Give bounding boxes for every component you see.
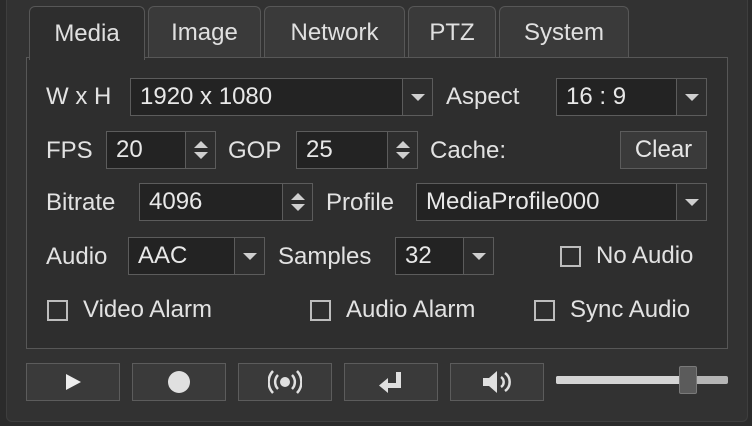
aspect-combobox[interactable]: 16 : 9 <box>556 78 707 116</box>
chevron-up-icon <box>395 141 410 148</box>
tab-image[interactable]: Image <box>148 6 261 58</box>
chevron-up-icon <box>193 141 208 148</box>
chevron-down-icon <box>193 152 208 159</box>
tab-label: Network <box>290 18 379 46</box>
bitrate-spinbox[interactable]: 4096 <box>139 183 313 221</box>
chevron-down-icon <box>684 198 699 206</box>
tab-label: System <box>523 18 604 46</box>
chevron-down-icon <box>395 152 410 159</box>
profile-combobox[interactable]: MediaProfile000 <box>416 183 707 221</box>
resolution-combobox[interactable]: 1920 x 1080 <box>130 78 433 116</box>
tab-system[interactable]: System <box>499 6 629 58</box>
video-alarm-label: Video Alarm <box>83 296 212 323</box>
gop-label: GOP <box>228 137 282 164</box>
tab-media[interactable]: Media <box>29 6 145 60</box>
fps-value: 20 <box>116 136 143 163</box>
record-icon <box>168 371 190 393</box>
samples-dropdown-button[interactable] <box>463 238 493 274</box>
profile-label: Profile <box>326 189 395 216</box>
checkbox-box <box>47 299 68 321</box>
volume-slider-track[interactable] <box>556 376 728 384</box>
audio-alarm-checkbox[interactable]: Audio Alarm <box>310 296 475 324</box>
chevron-down-icon <box>684 93 699 101</box>
bitrate-value: 4096 <box>149 188 203 215</box>
record-button[interactable] <box>132 363 226 401</box>
chevron-down-icon <box>242 252 257 260</box>
tab-label: Media <box>54 19 120 47</box>
broadcast-button[interactable] <box>238 363 332 401</box>
no-audio-label: No Audio <box>596 242 694 269</box>
checkbox-box <box>310 299 331 321</box>
broadcast-icon <box>268 370 302 394</box>
chevron-down-icon <box>410 93 425 101</box>
checkbox-box <box>534 299 555 321</box>
video-alarm-checkbox[interactable]: Video Alarm <box>47 296 212 324</box>
samples-value: 32 <box>405 242 432 269</box>
chevron-up-icon <box>290 193 305 200</box>
no-audio-checkbox[interactable]: No Audio <box>560 242 693 270</box>
tab-label: PTZ <box>429 18 475 46</box>
cache-label: Cache: <box>430 137 507 164</box>
tab-network[interactable]: Network <box>264 6 405 58</box>
audio-label: Audio <box>46 243 108 270</box>
chevron-down-icon <box>471 252 486 260</box>
volume-slider-handle[interactable] <box>679 366 698 394</box>
sync-audio-label: Sync Audio <box>570 296 691 323</box>
aspect-label: Aspect <box>446 83 520 110</box>
samples-combobox[interactable]: 32 <box>395 237 494 275</box>
volume-slider-fill <box>556 376 689 384</box>
return-icon <box>379 372 401 393</box>
samples-label: Samples <box>278 243 372 270</box>
tab-ptz[interactable]: PTZ <box>408 6 496 58</box>
fps-label: FPS <box>46 137 93 164</box>
resolution-value: 1920 x 1080 <box>140 83 273 110</box>
return-button[interactable] <box>344 363 438 401</box>
profile-dropdown-button[interactable] <box>676 184 706 220</box>
bitrate-label: Bitrate <box>46 189 116 216</box>
resolution-dropdown-button[interactable] <box>402 79 432 115</box>
audio-codec-dropdown-button[interactable] <box>234 238 264 274</box>
aspect-dropdown-button[interactable] <box>676 79 706 115</box>
gop-value: 25 <box>306 136 333 163</box>
sync-audio-checkbox[interactable]: Sync Audio <box>534 296 690 324</box>
aspect-value: 16 : 9 <box>566 83 627 110</box>
profile-value: MediaProfile000 <box>426 188 600 215</box>
audio-codec-combobox[interactable]: AAC <box>128 237 265 275</box>
bitrate-stepper[interactable] <box>282 184 312 220</box>
audio-codec-value: AAC <box>138 242 188 269</box>
fps-spinbox[interactable]: 20 <box>106 131 216 169</box>
clear-cache-button[interactable]: Clear <box>620 131 707 169</box>
tab-bar: Media Image Network PTZ System <box>29 6 632 60</box>
fps-stepper[interactable] <box>185 132 215 168</box>
tab-label: Image <box>171 18 238 46</box>
resolution-label: W x H <box>46 83 112 110</box>
play-icon <box>66 374 81 390</box>
speaker-icon <box>483 371 511 393</box>
volume-button[interactable] <box>450 363 544 401</box>
gop-stepper[interactable] <box>387 132 417 168</box>
gop-spinbox[interactable]: 25 <box>296 131 418 169</box>
checkbox-box <box>560 245 581 267</box>
chevron-down-icon <box>290 204 305 211</box>
play-button[interactable] <box>26 363 120 401</box>
audio-alarm-label: Audio Alarm <box>346 296 476 323</box>
